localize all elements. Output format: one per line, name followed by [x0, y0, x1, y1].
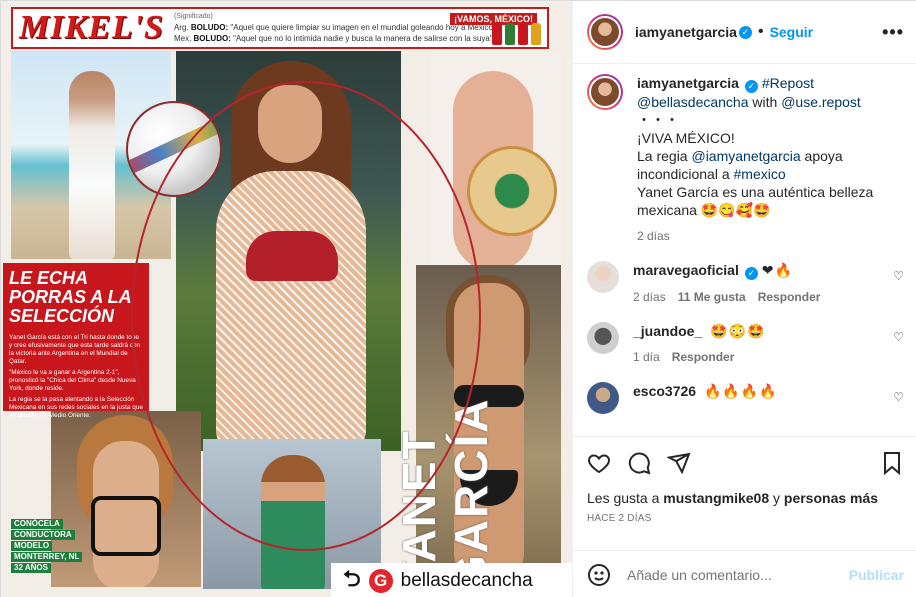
comment-likes[interactable]: 11 Me gusta: [678, 288, 746, 306]
caption-line: MONTERREY, NL: [11, 552, 83, 562]
bottle-icon: [531, 23, 541, 45]
comment-item: esco3726 🔥🔥🔥🔥 ♡: [587, 382, 904, 414]
emoji-icon[interactable]: [587, 563, 611, 587]
likes-user[interactable]: mustangmike08: [663, 490, 769, 506]
share-icon[interactable]: [667, 451, 691, 475]
bookmark-icon[interactable]: [880, 451, 904, 475]
gloss-word: BOLUDO:: [190, 23, 229, 32]
comment-username[interactable]: maravegaoficial: [633, 262, 739, 278]
action-icons: [587, 437, 904, 489]
repost-watermark: ⮌ G bellasdecancha: [331, 563, 572, 597]
post-header: iamyanetgarcia ✓ • Seguir •••: [573, 1, 916, 64]
caption-line-1: ¡VIVA MÉXICO!: [637, 130, 735, 146]
verified-icon: ✓: [744, 267, 758, 280]
more-options-icon[interactable]: •••: [882, 22, 904, 43]
publish-button[interactable]: Publicar: [849, 567, 904, 583]
caption-line: CONÓCELA: [11, 519, 63, 529]
gloss-country: Mex.: [173, 34, 192, 43]
caption-line-2-pre: La regia: [637, 148, 688, 164]
article-panel: LE ECHA PORRAS A LA SELECCIÓN Yanet Garc…: [3, 263, 149, 419]
comment-item: maravegaoficial ✓ ❤🔥 2 días 11 Me gusta R…: [587, 261, 904, 306]
reply-button[interactable]: Responder: [672, 348, 735, 366]
bottle-icon: [492, 23, 502, 45]
verified-icon: ✓: [738, 25, 752, 39]
avatar[interactable]: [587, 382, 619, 414]
like-comment-icon[interactable]: ♡: [893, 269, 904, 283]
comment-input[interactable]: [627, 566, 833, 583]
comment-text: 🤩😳🤩: [710, 323, 766, 339]
magazine-collage: YANET GARCÍA LE ECHA PORRAS A LA SELECCI…: [3, 51, 561, 591]
article-paragraph: "México le va a ganar a Argentina 2-1", …: [9, 369, 136, 392]
caption-dots: ・・・: [637, 112, 679, 128]
like-comment-icon[interactable]: ♡: [893, 390, 904, 404]
comment-username[interactable]: esco3726: [633, 383, 696, 399]
repost-icon: ⮌: [343, 565, 361, 591]
caption-line-3: Yanet García es una auténtica belleza me…: [637, 184, 874, 218]
gloss-country: Arg.: [173, 23, 189, 32]
add-comment-bar: Publicar: [573, 550, 916, 597]
gloss-word: BOLUDO:: [193, 34, 231, 43]
like-comment-icon[interactable]: ♡: [893, 330, 904, 344]
caption-time[interactable]: 2 días: [637, 227, 670, 245]
like-icon[interactable]: [587, 451, 611, 475]
article-paragraph: La regia se la pasa alentando a la Selec…: [9, 396, 143, 419]
avatar[interactable]: [587, 74, 623, 110]
header-username[interactable]: iamyanetgarcia: [635, 24, 737, 40]
caption-body: iamyanetgarcia ✓ #Repost @bellasdecancha …: [637, 74, 904, 245]
comment-username[interactable]: _juandoe_: [633, 323, 702, 339]
likes-prefix: Les gusta a: [587, 490, 660, 506]
magazine-brand: MIKEL'S: [19, 9, 164, 46]
article-paragraph: Yanet García está con el Tri hasta donde…: [9, 334, 141, 365]
avatar[interactable]: [587, 14, 623, 50]
comments-list[interactable]: iamyanetgarcia ✓ #Repost @bellasdecancha …: [573, 64, 916, 436]
comment-time[interactable]: 2 días: [633, 288, 666, 306]
comment-body: maravegaoficial ✓ ❤🔥 2 días 11 Me gusta R…: [633, 261, 904, 306]
main-photo: [176, 51, 401, 451]
comment-item: _juandoe_ 🤩😳🤩 1 día Responder ♡: [587, 322, 904, 366]
follow-button[interactable]: Seguir: [770, 24, 814, 40]
likes-mid: y: [773, 490, 780, 506]
sombrero-photo: [431, 51, 561, 271]
comment-icon[interactable]: [627, 451, 651, 475]
repost-hashtag[interactable]: #Repost: [762, 75, 814, 91]
bottle-icon: [518, 23, 528, 45]
article-body: Yanet García está con el Tri hasta donde…: [9, 334, 143, 420]
profile-caption: CONÓCELA CONDUCTORA MODELO MONTERREY, NL…: [11, 519, 101, 574]
article-title: LE ECHA PORRAS A LA SELECCIÓN: [9, 268, 132, 326]
post-time[interactable]: HACE 2 DÍAS: [587, 513, 904, 524]
with-text: with: [752, 94, 778, 110]
comment-text: 🔥🔥🔥🔥: [703, 383, 778, 399]
self-mention[interactable]: @iamyanetgarcia: [691, 148, 800, 164]
avatar[interactable]: [587, 261, 619, 293]
caption-line: 32 AÑOS: [11, 563, 51, 573]
instagram-post-window: MIKEL'S (Significado) Arg. BOLUDO: "Aque…: [0, 0, 916, 597]
magazine-header: MIKEL'S (Significado) Arg. BOLUDO: "Aque…: [11, 7, 549, 49]
comment-body: esco3726 🔥🔥🔥🔥: [633, 382, 904, 414]
product-bottles: [492, 23, 541, 45]
source-mention[interactable]: @bellasdecancha: [637, 94, 749, 110]
bellasdecancha-logo: G: [368, 568, 393, 593]
gloss-def: "Aquel que no lo intimida nadie y busca …: [233, 34, 493, 43]
likes-summary: Les gusta a mustangmike08 y personas más: [587, 489, 904, 507]
soccer-ball-icon: [126, 101, 222, 197]
separator-dot: •: [757, 23, 764, 40]
post-side-panel: iamyanetgarcia ✓ • Seguir ••• iamyanetga…: [572, 1, 916, 597]
caption-line: CONDUCTORA: [11, 530, 75, 540]
post-actions: Les gusta a mustangmike08 y personas más…: [573, 436, 916, 524]
verified-icon: ✓: [744, 80, 758, 93]
post-image[interactable]: MIKEL'S (Significado) Arg. BOLUDO: "Aque…: [1, 1, 572, 597]
tool-mention[interactable]: @use.repost: [781, 94, 861, 110]
likes-others[interactable]: personas más: [784, 490, 878, 506]
reply-button[interactable]: Responder: [758, 288, 821, 306]
caption-username[interactable]: iamyanetgarcia: [637, 75, 739, 91]
mexico-hashtag[interactable]: #mexico: [734, 166, 786, 182]
comment-body: _juandoe_ 🤩😳🤩 1 día Responder: [633, 322, 904, 366]
bottle-icon: [505, 23, 515, 45]
caption-line: MODELO: [11, 541, 53, 551]
avatar[interactable]: [587, 322, 619, 354]
comment-time[interactable]: 1 día: [633, 348, 660, 366]
repost-source-name: bellasdecancha: [400, 569, 533, 591]
comment-text: ❤🔥: [761, 262, 793, 278]
post-caption: iamyanetgarcia ✓ #Repost @bellasdecancha …: [587, 74, 904, 245]
